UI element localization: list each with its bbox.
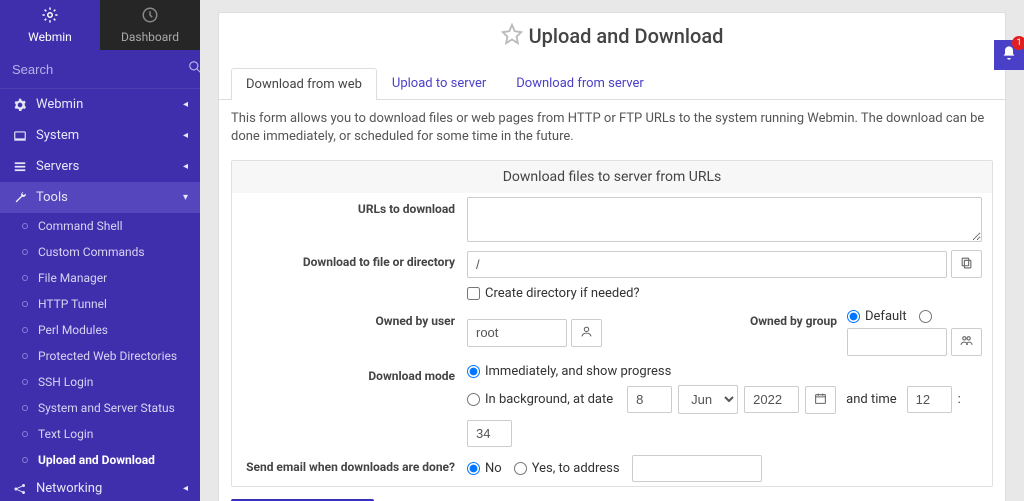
email-no-label[interactable]: No	[467, 461, 502, 476]
mode-immediate-radio[interactable]	[467, 365, 480, 378]
tab-download-from-web[interactable]: Download from web	[231, 68, 377, 100]
nav-system-label: System	[36, 128, 183, 143]
pick-user-button[interactable]	[571, 319, 602, 347]
tab-dashboard[interactable]: Dashboard	[100, 0, 200, 50]
bullet-icon	[22, 431, 28, 437]
user-input[interactable]	[467, 319, 567, 347]
calendar-button[interactable]	[805, 386, 836, 414]
nav-servers-label: Servers	[36, 159, 183, 174]
label-mode: Download mode	[242, 364, 467, 383]
bullet-icon	[22, 249, 28, 255]
email-yes-label[interactable]: Yes, to address	[514, 461, 620, 476]
pick-group-button[interactable]	[951, 328, 982, 356]
browse-dir-button[interactable]	[951, 250, 982, 278]
bullet-icon	[22, 457, 28, 463]
email-address-input[interactable]	[632, 455, 762, 482]
month-select[interactable]: Jun	[678, 385, 738, 414]
urls-textarea[interactable]	[467, 197, 982, 242]
day-input[interactable]	[627, 386, 672, 413]
wrench-icon	[12, 191, 28, 205]
search-icon[interactable]	[188, 60, 200, 78]
nav-tools[interactable]: Tools ▾	[0, 182, 200, 213]
sub-upload-download[interactable]: Upload and Download	[0, 447, 200, 473]
sub-perl-modules[interactable]: Perl Modules	[0, 317, 200, 343]
users-icon	[960, 334, 973, 350]
gear-icon	[12, 98, 28, 112]
year-input[interactable]	[744, 386, 799, 413]
mode-immediate-label[interactable]: Immediately, and show progress	[467, 364, 671, 379]
nav-servers[interactable]: Servers ◂	[0, 151, 200, 182]
bullet-icon	[22, 405, 28, 411]
sub-system-server-status[interactable]: System and Server Status	[0, 395, 200, 421]
create-dir-check-label[interactable]: Create directory if needed?	[467, 286, 640, 301]
and-time-text: and time	[846, 392, 897, 407]
mode-bg-label[interactable]: In background, at date	[467, 392, 613, 407]
nav-system[interactable]: System ◂	[0, 120, 200, 151]
hour-input[interactable]	[907, 386, 952, 413]
share-icon	[12, 482, 28, 496]
colon-text: :	[958, 392, 961, 407]
minute-input[interactable]	[467, 420, 512, 447]
group-custom-radio[interactable]	[919, 310, 932, 323]
dashboard-icon	[141, 6, 159, 28]
tab-download-from-server[interactable]: Download from server	[501, 67, 659, 99]
calendar-icon	[814, 392, 827, 408]
sub-text-login[interactable]: Text Login	[0, 421, 200, 447]
tab-webmin-label: Webmin	[28, 30, 72, 44]
search-input[interactable]	[12, 62, 188, 77]
bullet-icon	[22, 275, 28, 281]
chevron-down-icon: ▾	[183, 192, 188, 203]
email-yes-radio[interactable]	[514, 462, 527, 475]
user-icon	[580, 325, 593, 341]
sub-ssh-login[interactable]: SSH Login	[0, 369, 200, 395]
sub-protected-web-dirs[interactable]: Protected Web Directories	[0, 343, 200, 369]
notifications-button[interactable]: 1	[994, 40, 1024, 70]
nav-networking-label: Networking	[36, 481, 183, 496]
notification-badge: 1	[1012, 36, 1024, 50]
bullet-icon	[22, 379, 28, 385]
form-description: This form allows you to download files o…	[219, 100, 1005, 156]
bullet-icon	[22, 327, 28, 333]
sub-custom-commands[interactable]: Custom Commands	[0, 239, 200, 265]
star-icon[interactable]	[501, 23, 529, 49]
label-owned-user: Owned by user	[242, 309, 467, 328]
folder-icon	[960, 256, 973, 272]
bullet-icon	[22, 353, 28, 359]
email-no-radio[interactable]	[467, 462, 480, 475]
bullet-icon	[22, 223, 28, 229]
chevron-left-icon: ◂	[183, 99, 188, 110]
nav-webmin-label: Webmin	[36, 97, 183, 112]
servers-icon	[12, 160, 28, 174]
page-title: Upload and Download	[529, 24, 724, 48]
sub-command-shell[interactable]: Command Shell	[0, 213, 200, 239]
sub-http-tunnel[interactable]: HTTP Tunnel	[0, 291, 200, 317]
label-dir: Download to file or directory	[242, 250, 467, 269]
sub-file-manager[interactable]: File Manager	[0, 265, 200, 291]
group-input[interactable]	[847, 328, 947, 356]
nav-tools-label: Tools	[36, 190, 183, 205]
chevron-left-icon: ◂	[183, 161, 188, 172]
nav-webmin[interactable]: Webmin ◂	[0, 89, 200, 120]
create-dir-checkbox[interactable]	[467, 287, 480, 300]
group-default-radio-label[interactable]: Default	[847, 309, 907, 324]
chevron-left-icon: ◂	[183, 130, 188, 141]
tab-webmin[interactable]: Webmin	[0, 0, 100, 50]
chevron-left-icon: ◂	[183, 483, 188, 494]
tab-dashboard-label: Dashboard	[121, 30, 179, 44]
group-custom-radio-label[interactable]	[919, 310, 937, 323]
directory-input[interactable]	[467, 251, 947, 278]
label-email: Send email when downloads are done?	[242, 455, 467, 474]
group-default-radio[interactable]	[847, 310, 860, 323]
label-urls: URLs to download	[242, 197, 467, 216]
label-owned-group: Owned by group	[750, 309, 847, 328]
section-title: Download files to server from URLs	[232, 161, 992, 193]
create-dir-text: Create directory if needed?	[485, 286, 640, 301]
bullet-icon	[22, 301, 28, 307]
mode-bg-radio[interactable]	[467, 393, 480, 406]
tab-upload-to-server[interactable]: Upload to server	[377, 67, 501, 99]
webmin-logo-icon	[41, 6, 59, 28]
nav-networking[interactable]: Networking ◂	[0, 473, 200, 501]
laptop-icon	[12, 129, 28, 143]
